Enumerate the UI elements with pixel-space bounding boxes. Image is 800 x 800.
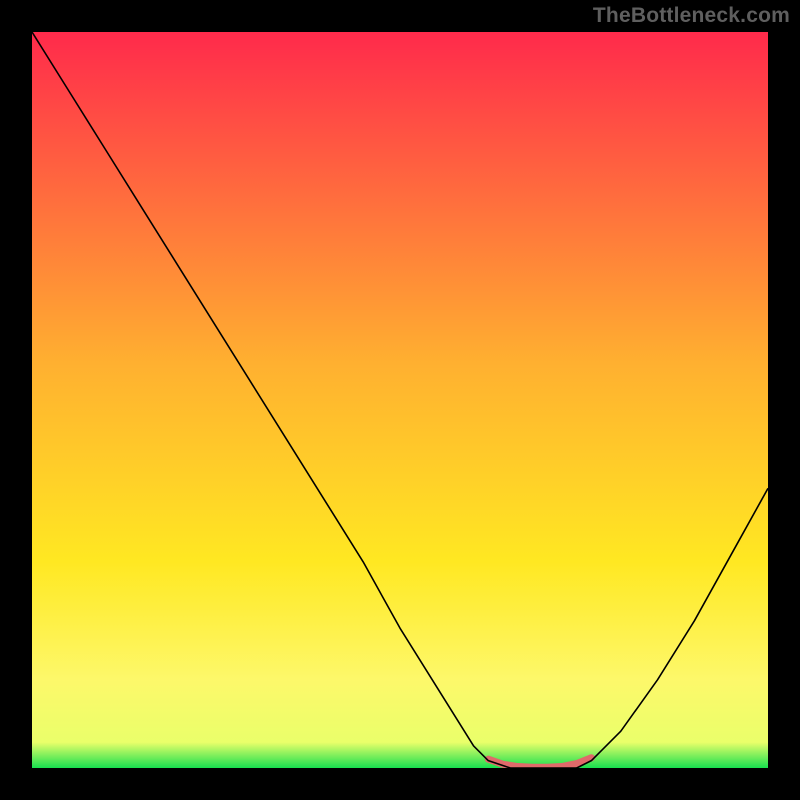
chart-svg: [32, 32, 768, 768]
chart-frame: TheBottleneck.com: [0, 0, 800, 800]
plot-area: [32, 32, 768, 768]
gradient-background: [32, 32, 768, 768]
watermark-label: TheBottleneck.com: [593, 4, 790, 28]
